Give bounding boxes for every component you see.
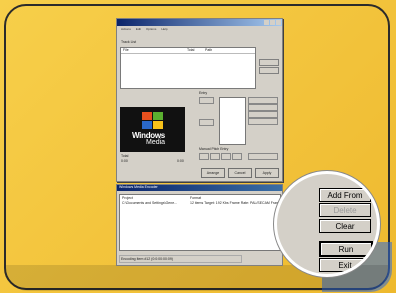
- arrange-button[interactable]: Arrange: [201, 168, 225, 178]
- menu-bar: Actions Edit Options Help: [117, 26, 282, 32]
- illustration-scene: Actions Edit Options Help Track List Fil…: [0, 0, 396, 293]
- windows-flag-icon: [142, 112, 164, 130]
- track-list-header: File Total Path: [121, 48, 255, 54]
- encoder-titlebar[interactable]: Windows Media Encoder: [117, 185, 282, 191]
- media-logo-line2: Media: [146, 139, 166, 146]
- entry-side-button[interactable]: [248, 104, 278, 111]
- column-header-total[interactable]: Total: [187, 48, 194, 52]
- add-from-button[interactable]: Add From: [319, 188, 371, 202]
- tracklist-group-label: Track List: [121, 40, 137, 44]
- exit-button[interactable]: Exit: [319, 258, 371, 272]
- pitch-option[interactable]: [210, 153, 220, 160]
- main-window: Actions Edit Options Help Track List Fil…: [116, 18, 283, 182]
- job-project-cell[interactable]: C:\Documents and Settings\Gene...: [122, 201, 177, 205]
- menu-item[interactable]: Options: [146, 27, 156, 31]
- main-window-titlebar[interactable]: [117, 19, 282, 26]
- menu-item[interactable]: Edit: [136, 27, 141, 31]
- encoder-window: Windows Media Encoder Project Format C:\…: [116, 184, 284, 266]
- windows-media-logo: Windows Media: [120, 107, 185, 152]
- clear-button[interactable]: Clear: [319, 219, 371, 233]
- apply-button[interactable]: Apply: [255, 168, 279, 178]
- side-button[interactable]: [259, 67, 279, 74]
- pitch-option[interactable]: [199, 153, 209, 160]
- entry-side-button[interactable]: [248, 97, 278, 104]
- time-readout: 0:00: [121, 159, 128, 163]
- entry-label: Entry: [199, 91, 208, 95]
- side-button[interactable]: [259, 59, 279, 66]
- entry-side-button[interactable]: [248, 111, 278, 118]
- column-header-project[interactable]: Project: [122, 196, 133, 200]
- delete-button[interactable]: Delete: [319, 203, 371, 217]
- pitch-option[interactable]: [232, 153, 242, 160]
- encoder-job-list[interactable]: Project Format C:\Documents and Settings…: [119, 194, 284, 251]
- entry-side-button[interactable]: [248, 118, 278, 125]
- pitch-option[interactable]: [221, 153, 231, 160]
- total-label: Total: [121, 154, 129, 158]
- column-header-path[interactable]: Path: [205, 48, 212, 52]
- entry-button[interactable]: [199, 119, 214, 126]
- pitch-apply-button[interactable]: [248, 153, 278, 160]
- dialog-button-row: Arrange Cancel Apply: [201, 168, 279, 178]
- entry-list[interactable]: [219, 97, 246, 145]
- run-button[interactable]: Run: [319, 241, 373, 257]
- encoder-status-bar: Encoding Item #12 (0:0:00:00:09): [119, 255, 242, 263]
- encoder-title: Windows Media Encoder: [119, 185, 158, 189]
- minimize-icon[interactable]: [264, 20, 269, 25]
- column-header-format[interactable]: Format: [190, 196, 201, 200]
- cancel-button[interactable]: Cancel: [228, 168, 252, 178]
- close-icon[interactable]: [276, 20, 281, 25]
- menu-item[interactable]: Actions: [121, 27, 131, 31]
- time-readout-secondary: 0:00: [177, 159, 184, 163]
- menu-item[interactable]: Help: [161, 27, 167, 31]
- magnified-button-panel: Add From Delete Clear Run Exit: [274, 171, 380, 277]
- maximize-icon[interactable]: [270, 20, 275, 25]
- track-list[interactable]: File Total Path: [120, 47, 256, 89]
- entry-button[interactable]: [199, 97, 214, 104]
- job-format-cell[interactable]: 12 items Target: 192 Kbs Frame Rate: PAL…: [190, 201, 284, 205]
- column-header-file[interactable]: File: [123, 48, 129, 52]
- manual-entry-label: Manual Pitch Entry: [199, 147, 229, 151]
